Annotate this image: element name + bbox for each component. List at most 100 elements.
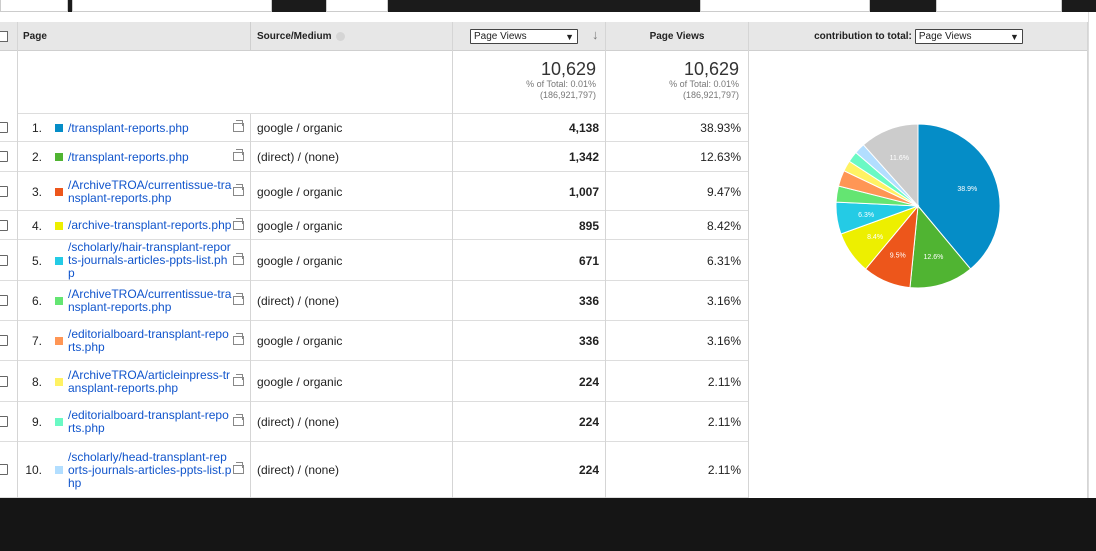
chevron-down-icon: ▼ — [1009, 31, 1019, 42]
row-checkbox[interactable] — [0, 151, 8, 162]
table-header: Page Source/Medium Page Views ▼ ↓ Page V… — [0, 22, 1088, 51]
divider — [250, 114, 251, 498]
row-index: 10. — [25, 463, 42, 477]
row-index: 4. — [31, 219, 42, 233]
page-link[interactable]: /scholarly/hair-transplant-reports-journ… — [68, 241, 232, 280]
divider — [605, 22, 606, 498]
column-page[interactable]: Page — [23, 22, 47, 51]
page-link[interactable]: /scholarly/head-transplant-reports-journ… — [68, 451, 232, 490]
source-medium: (direct) / (none) — [257, 415, 340, 429]
page-views-value: 1,007 — [568, 185, 599, 199]
external-link-icon[interactable] — [233, 333, 244, 345]
row-color-swatch — [55, 257, 63, 265]
sort-down-arrow-icon[interactable]: ↓ — [592, 27, 599, 42]
contribution-dropdown[interactable]: Page Views ▼ — [914, 29, 1023, 44]
source-medium: google / organic — [257, 219, 343, 233]
source-medium: google / organic — [257, 121, 343, 135]
page-link[interactable]: /archive-transplant-reports.php — [68, 219, 232, 232]
total-metric-1: 10,629 % of Total: 0.01% (186,921,797) — [453, 52, 606, 114]
row-color-swatch — [55, 466, 63, 474]
toolbar-control[interactable] — [936, 0, 1062, 12]
table-row[interactable]: 9. /editorialboard-transplant-reports.ph… — [0, 402, 749, 442]
table-row[interactable]: 4. /archive-transplant-reports.php googl… — [0, 211, 749, 240]
top-toolbar-strip — [0, 0, 1096, 12]
table-row[interactable]: 5. /scholarly/hair-transplant-reports-jo… — [0, 240, 749, 281]
toolbar-control[interactable] — [700, 0, 870, 12]
row-checkbox[interactable] — [0, 416, 8, 427]
page-link[interactable]: /transplant-reports.php — [68, 151, 232, 164]
contribution-percent: 2.11% — [707, 415, 741, 429]
row-checkbox[interactable] — [0, 186, 8, 197]
total-metric-2: 10,629 % of Total: 0.01% (186,921,797) — [606, 52, 749, 114]
source-medium: (direct) / (none) — [257, 294, 340, 308]
row-checkbox[interactable] — [0, 122, 8, 133]
row-color-swatch — [55, 337, 63, 345]
metric-dropdown-value: Page Views — [474, 31, 527, 42]
taskbar — [0, 498, 1096, 551]
contribution-percent: 2.11% — [707, 375, 741, 389]
contribution-percent: 12.63% — [700, 150, 741, 164]
external-link-icon[interactable] — [233, 414, 244, 426]
external-link-icon[interactable] — [233, 374, 244, 386]
source-medium: google / organic — [257, 185, 343, 199]
table-row[interactable]: 3. /ArchiveTROA/currentissue-transplant-… — [0, 172, 749, 211]
contribution-percent: 3.16% — [706, 334, 741, 348]
row-checkbox[interactable] — [0, 295, 8, 306]
row-color-swatch — [55, 378, 63, 386]
toolbar-control[interactable] — [0, 0, 68, 12]
page-link[interactable]: /editorialboard-transplant-reports.php — [68, 409, 232, 435]
contribution-percent: 38.93% — [700, 121, 741, 135]
total-of: (186,921,797) — [682, 90, 739, 100]
row-index: 1. — [31, 121, 42, 135]
total-value: 10,629 — [540, 59, 596, 79]
external-link-icon[interactable] — [233, 218, 244, 230]
row-index: 8. — [31, 375, 42, 389]
table-row[interactable]: 2. /transplant-reports.php (direct) / (n… — [0, 142, 749, 172]
column-source-label: Source/Medium — [257, 31, 332, 42]
row-index: 7. — [31, 334, 42, 348]
page-views-value: 895 — [578, 219, 599, 233]
row-checkbox[interactable] — [0, 335, 8, 346]
page-link[interactable]: /ArchiveTROA/currentissue-transplant-rep… — [68, 288, 232, 314]
pie-slice-label: 9.5% — [890, 252, 906, 259]
table-row[interactable]: 6. /ArchiveTROA/currentissue-transplant-… — [0, 281, 749, 321]
page-link[interactable]: /ArchiveTROA/articleinpress-transplant-r… — [68, 369, 232, 395]
contribution-percent: 6.31% — [706, 254, 741, 268]
external-link-icon[interactable] — [233, 462, 244, 474]
contribution-percent: 9.47% — [706, 185, 741, 199]
external-link-icon[interactable] — [233, 149, 244, 161]
page-views-value: 336 — [578, 294, 599, 308]
page-link[interactable]: /editorialboard-transplant-reports.php — [68, 328, 232, 354]
scroll-gutter — [1088, 12, 1096, 498]
source-medium: (direct) / (none) — [257, 150, 340, 164]
page-link[interactable]: /ArchiveTROA/currentissue-transplant-rep… — [68, 179, 232, 205]
divider — [250, 22, 251, 50]
row-index: 5. — [31, 254, 42, 268]
row-checkbox[interactable] — [0, 255, 8, 266]
row-checkbox[interactable] — [0, 376, 8, 387]
page-views-value: 336 — [578, 334, 599, 348]
page-views-value: 224 — [578, 375, 599, 389]
divider — [452, 22, 453, 498]
contribution-header: contribution to total: Page Views ▼ — [749, 22, 1088, 51]
row-checkbox[interactable] — [0, 464, 8, 475]
metric-dropdown[interactable]: Page Views ▼ — [470, 22, 578, 51]
external-link-icon[interactable] — [233, 120, 244, 132]
contribution-label: contribution to total: — [814, 31, 912, 42]
row-index: 2. — [31, 150, 42, 164]
toolbar-control[interactable] — [326, 0, 388, 12]
table-row[interactable]: 10. /scholarly/head-transplant-reports-j… — [0, 442, 749, 498]
table-row[interactable]: 7. /editorialboard-transplant-reports.ph… — [0, 321, 749, 361]
external-link-icon[interactable] — [233, 293, 244, 305]
table-row[interactable]: 1. /transplant-reports.php google / orga… — [0, 114, 749, 142]
source-medium: google / organic — [257, 334, 343, 348]
external-link-icon[interactable] — [233, 184, 244, 196]
page-link[interactable]: /transplant-reports.php — [68, 122, 232, 135]
column-source-medium[interactable]: Source/Medium — [257, 22, 346, 51]
select-all-checkbox[interactable] — [0, 22, 8, 51]
column-page-views[interactable]: Page Views — [606, 22, 748, 51]
external-link-icon[interactable] — [233, 253, 244, 265]
toolbar-control[interactable] — [72, 0, 272, 12]
row-checkbox[interactable] — [0, 220, 8, 231]
table-row[interactable]: 8. /ArchiveTROA/articleinpress-transplan… — [0, 361, 749, 402]
